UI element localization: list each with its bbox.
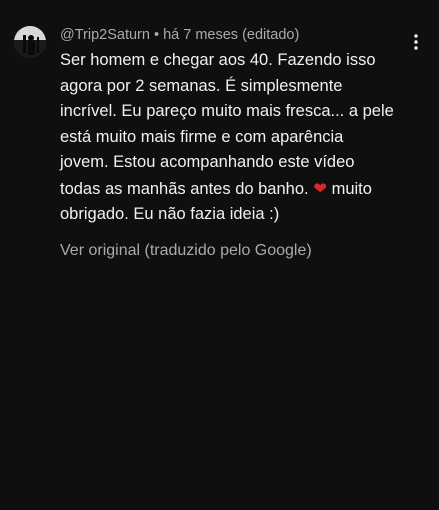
comment-line: incrível. Eu pareço muito mais fresca...… bbox=[60, 102, 394, 120]
avatar-image bbox=[14, 26, 46, 58]
author-handle[interactable]: @Trip2Saturn bbox=[60, 27, 150, 43]
meta-separator: • bbox=[153, 27, 160, 43]
avatar[interactable] bbox=[14, 26, 46, 58]
comment-line: todas as manhãs antes do banho. bbox=[60, 179, 314, 198]
comment-time: há 7 meses (editado) bbox=[163, 27, 300, 43]
heart-emoji-icon: ❤ bbox=[313, 178, 328, 198]
more-options-button[interactable] bbox=[404, 30, 428, 54]
more-vert-icon bbox=[414, 34, 418, 50]
comment-meta: @Trip2Saturn • há 7 meses (editado) bbox=[60, 26, 299, 44]
comment-line: muito bbox=[327, 179, 372, 198]
comment-line: jovem. Estou acompanhando este vídeo bbox=[60, 153, 355, 171]
comment-line: Ser homem e chegar aos 40. Fazendo isso bbox=[60, 51, 376, 69]
comment-thread: @Trip2Saturn • há 7 meses (editado) Ser … bbox=[0, 0, 439, 510]
comment-line: está muito mais firme e com aparência bbox=[60, 127, 344, 146]
comment-body: Ser homem e chegar aos 40. Fazendo isso … bbox=[60, 48, 410, 228]
see-original-link[interactable]: Ver original (traduzido pelo Google) bbox=[60, 240, 312, 262]
comment-line: agora por 2 semanas. É simplesmente bbox=[60, 76, 343, 95]
comment-line: obrigado. Eu não fazia ideia :) bbox=[60, 205, 280, 223]
